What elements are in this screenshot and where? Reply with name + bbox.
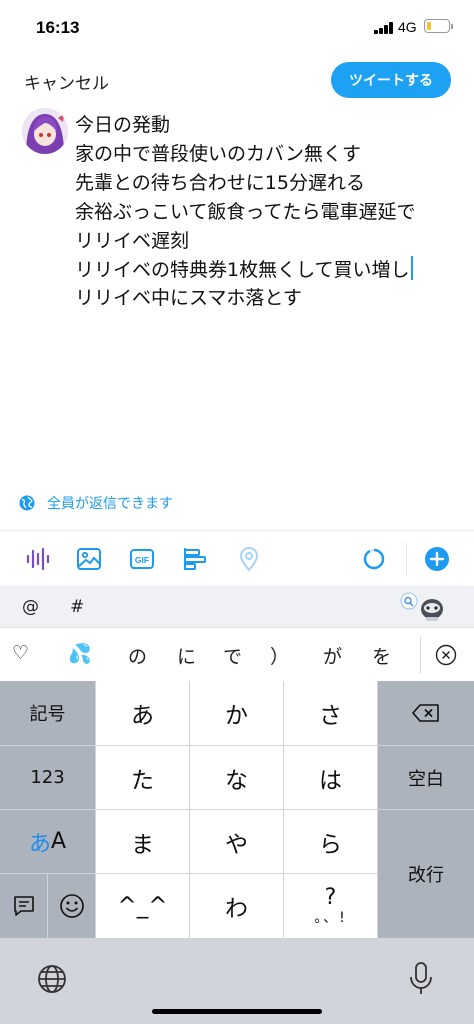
tweet-compose-text[interactable]: 今日の発動 家の中で普段使いのカバン無くす 先輩との待ち合わせに15分遅れる 余…: [75, 111, 465, 313]
compose-line: 家の中で普段使いのカバン無くす: [75, 142, 361, 165]
key-ya[interactable]: や: [190, 810, 283, 873]
battery-tip: [451, 24, 453, 29]
candidate-sweat[interactable]: 💦: [68, 642, 92, 665]
compose-line: 余裕ぶっこいて飯食ってたら電車遅延で: [75, 200, 416, 223]
key-kana-alpha-toggle[interactable]: あA: [0, 810, 95, 873]
compose-line: リリイベの特典券1枚無くして買い増し: [75, 258, 410, 281]
key-punctuation[interactable]: ?。、!: [284, 874, 377, 938]
enter-key[interactable]: 改行: [378, 810, 474, 938]
key-ta[interactable]: た: [96, 746, 189, 809]
reply-setting-label: 全員が返信できます: [47, 496, 173, 512]
key-wa[interactable]: わ: [190, 874, 283, 938]
compose-line: 先輩との待ち合わせに15分遅れる: [75, 171, 365, 194]
suggestion-at[interactable]: @: [22, 597, 39, 617]
status-bar: 16:13 4G: [0, 0, 474, 56]
microphone-icon[interactable]: [408, 961, 434, 997]
home-indicator: [152, 1009, 322, 1014]
toolbar-separator: [406, 543, 407, 575]
network-type: 4G: [398, 19, 417, 35]
gif-icon[interactable]: GIF: [129, 546, 155, 572]
character-count-ring: [363, 548, 385, 570]
emoji-key[interactable]: [48, 874, 95, 938]
keyboard-assistant-icon[interactable]: [398, 591, 448, 625]
candidate-no[interactable]: の: [128, 642, 147, 669]
battery-icon: [424, 19, 450, 33]
key-a[interactable]: あ: [96, 681, 189, 745]
key-ka[interactable]: か: [190, 681, 283, 745]
signal-icon: [374, 22, 394, 34]
memo-key[interactable]: [0, 874, 47, 938]
key-ha[interactable]: は: [284, 746, 377, 809]
backspace-icon: [412, 704, 439, 722]
status-time: 16:13: [36, 18, 80, 37]
memo-icon: [13, 896, 34, 916]
key-ra[interactable]: ら: [284, 810, 377, 873]
compose-line: リリイベ遅刻: [75, 229, 190, 252]
tweet-button[interactable]: ツイートする: [331, 62, 451, 98]
space-key[interactable]: 空白: [378, 746, 474, 809]
voice-icon[interactable]: [24, 546, 50, 572]
key-na[interactable]: な: [190, 746, 283, 809]
candidate-ga[interactable]: が: [323, 642, 342, 669]
globe-icon: [19, 495, 35, 511]
close-candidates-icon[interactable]: [435, 644, 457, 666]
key-symbols[interactable]: 記号: [0, 681, 95, 745]
suggestion-bar: @ #: [0, 587, 474, 627]
key-numbers[interactable]: 123: [0, 746, 95, 809]
candidate-de[interactable]: で: [223, 642, 242, 669]
backspace-key[interactable]: [378, 681, 474, 745]
cancel-button[interactable]: キャンセル: [24, 69, 109, 94]
candidate-wo[interactable]: を: [372, 642, 391, 669]
candidate-ni[interactable]: に: [177, 642, 196, 669]
add-thread-icon[interactable]: [424, 546, 450, 572]
suggestion-hash[interactable]: #: [70, 597, 84, 617]
emoji-icon: [59, 894, 84, 918]
compose-line: リリイベ中にスマホ落とす: [75, 287, 302, 310]
candidate-paren[interactable]: ）: [270, 642, 289, 669]
avatar[interactable]: [22, 108, 68, 154]
candidate-bar: ♡ 💦 の に で ） が を: [0, 627, 474, 681]
compose-toolbar: GIF: [0, 531, 474, 586]
globe-keyboard-icon[interactable]: [36, 963, 68, 995]
poll-icon[interactable]: [182, 546, 208, 572]
image-icon[interactable]: [76, 546, 102, 572]
reply-setting[interactable]: 全員が返信できます: [19, 493, 173, 513]
key-ma[interactable]: ま: [96, 810, 189, 873]
compose-line: 今日の発動: [75, 114, 171, 136]
svg-text:GIF: GIF: [135, 555, 149, 565]
candidate-heart[interactable]: ♡: [12, 642, 29, 664]
key-kaomoji[interactable]: ^_^: [96, 874, 189, 938]
location-icon[interactable]: [236, 546, 262, 572]
key-sa[interactable]: さ: [284, 681, 377, 745]
candidate-separator: [420, 636, 421, 674]
text-caret: [410, 255, 413, 280]
